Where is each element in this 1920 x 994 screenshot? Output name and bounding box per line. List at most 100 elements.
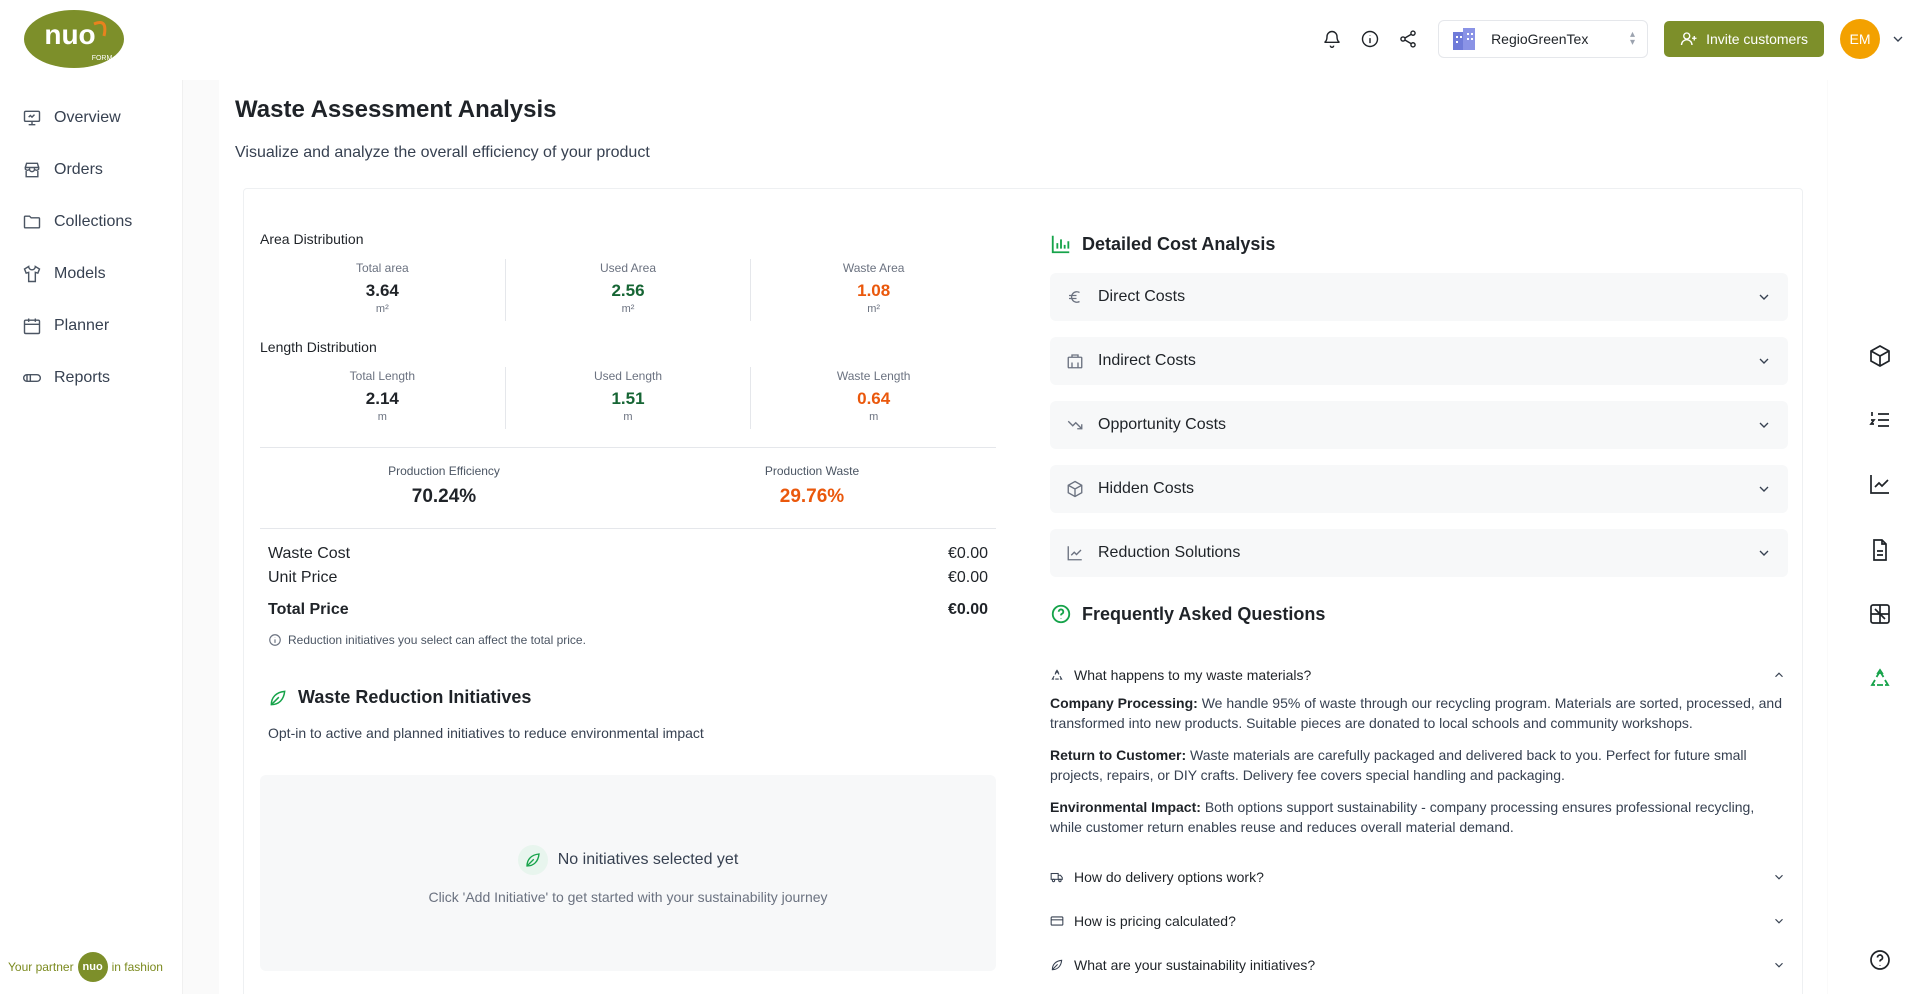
shirt-icon [23,265,41,283]
initiatives-title: Waste Reduction Initiatives [268,687,531,708]
stat-value: 1.51 [611,389,645,408]
stat-unit: m [377,411,387,423]
waste-area-stat: Waste Area 1.08 m² [751,259,996,321]
unit-price-label: Unit Price [268,569,338,586]
sidebar-item-models[interactable]: Models [22,248,132,300]
accordion-reduction-solutions[interactable]: Reduction Solutions [1050,529,1788,577]
package-icon [1067,480,1083,498]
chevron-down-icon [1759,422,1769,428]
accordion-label: Direct Costs [1098,288,1186,305]
sidebar-item-collections[interactable]: Collections [22,196,132,248]
total-area-stat: Total area 3.64 m² [260,259,506,321]
analysis-card: Area Distribution Total area 3.64 m² Use… [243,188,1803,994]
faq-question-pricing[interactable]: How is pricing calculated? [1050,909,1788,933]
user-plus-icon [1680,32,1697,46]
sidebar-item-label: Models [54,265,106,282]
used-length-stat: Used Length 1.51 m [506,367,752,429]
sidebar-item-planner[interactable]: Planner [22,300,132,352]
monitor-icon [23,110,41,126]
accordion-indirect-costs[interactable]: Indirect Costs [1050,337,1788,385]
efficiency-value: 70.24% [411,486,477,507]
initiatives-subtitle: Opt-in to active and planned initiatives… [268,725,704,741]
waste-value: 29.76% [779,486,845,507]
list-ordered-icon[interactable] [1868,408,1892,432]
page-subtitle: Visualize and analyze the overall effici… [235,144,650,161]
notifications-button[interactable] [1318,25,1346,53]
sidebar-item-label: Planner [54,317,110,334]
chevron-down-icon [1759,550,1769,556]
production-waste: Production Waste 29.76% [628,448,996,528]
stat-label: Used Area [599,261,657,275]
line-chart-icon[interactable] [1868,472,1892,496]
recycle-icon[interactable] [1868,666,1892,690]
answer-label: Return to Customer: [1050,747,1187,763]
bar-chart-icon [1051,235,1070,254]
building-icon [1067,354,1083,369]
stat-label: Waste Area [842,261,905,275]
used-area-stat: Used Area 2.56 m² [506,259,752,321]
stat-label: Waste Length [836,369,911,383]
price-note: Reduction initiatives you select can aff… [268,633,586,647]
efficiency-summary: Production Efficiency 70.24% Production … [260,447,996,529]
sidebar-item-label: Orders [54,161,103,178]
total-price-label: Total Price [268,601,349,618]
waste-cost-row: Waste Cost €0.00 [268,545,988,563]
boxes-icon[interactable] [1868,602,1892,626]
info-button[interactable] [1356,25,1384,53]
faq-question-waste-materials[interactable]: What happens to my waste materials? [1050,663,1788,687]
box-icon[interactable] [1868,344,1892,368]
leaf-icon [517,845,548,875]
faq-question-sustainability[interactable]: What are your sustainability initiatives… [1050,953,1788,977]
empty-state-subtitle: Click 'Add Initiative' to get started wi… [428,889,828,905]
sidebar-item-orders[interactable]: Orders [22,144,132,196]
answer-label: Company Processing: [1050,695,1198,711]
main-content: Waste Assessment Analysis Visualize and … [182,80,1828,994]
leaf-icon [270,689,286,705]
invite-customers-button[interactable]: Invite customers [1664,21,1824,57]
area-stats: Total area 3.64 m² Used Area 2.56 m² Was… [260,259,996,321]
production-efficiency: Production Efficiency 70.24% [260,448,628,528]
accordion-label: Opportunity Costs [1098,416,1227,433]
sidebar-item-overview[interactable]: Overview [22,92,132,144]
faq-title: Frequently Asked Questions [1050,603,1325,625]
empty-state-title: No initiatives selected yet [260,845,996,875]
faq-answer-return-to-customer: Return to Customer: Waste materials are … [1050,745,1788,785]
waste-length-stat: Waste Length 0.64 m [751,367,996,429]
faq-answer-company-processing: Company Processing: We handle 95% of was… [1050,693,1788,733]
sidebar-item-reports[interactable]: Reports [22,352,132,404]
length-distribution-label: Length Distribution [260,339,377,355]
accordion-hidden-costs[interactable]: Hidden Costs [1050,465,1788,513]
euro-icon [1069,291,1080,303]
info-icon [269,634,281,646]
length-stats: Total Length 2.14 m Used Length 1.51 m W… [260,367,996,429]
empty-state-title-text: No initiatives selected yet [557,851,739,868]
organization-select[interactable]: RegioGreenTex ▴ ▾ [1438,20,1649,58]
faq-question-text: How do delivery options work? [1074,869,1264,885]
page: Waste Assessment Analysis Visualize and … [219,80,1827,994]
faq-question-text: How is pricing calculated? [1074,913,1236,929]
sidebar-item-label: Overview [54,109,121,126]
info-icon [1361,30,1379,48]
stat-value: 1.08 [857,281,891,300]
chevron-down-icon [1775,874,1783,880]
nuo-logo[interactable]: nuo FORM [24,10,124,68]
answer-label: Environmental Impact: [1050,799,1201,815]
share-button[interactable] [1394,25,1422,53]
total-price-row: Total Price €0.00 [268,601,988,619]
help-circle-icon[interactable] [1868,948,1892,972]
accordion-opportunity-costs[interactable]: Opportunity Costs [1050,401,1788,449]
organization-name: RegioGreenTex [1491,31,1589,47]
svg-text:nuo: nuo [44,19,95,50]
area-distribution-label: Area Distribution [260,231,364,247]
faq-question-delivery[interactable]: How do delivery options work? [1050,865,1788,889]
stat-value: 2.14 [365,389,399,408]
bell-icon [1324,30,1340,48]
accordion-label: Indirect Costs [1098,352,1196,369]
sidebar-item-label: Collections [54,213,133,230]
waste-cost-label: Waste Cost [268,545,351,562]
unit-price-row: Unit Price €0.00 [268,569,988,587]
chevron-down-icon [1759,294,1769,300]
accordion-direct-costs[interactable]: Direct Costs [1050,273,1788,321]
cost-analysis-title: Detailed Cost Analysis [1050,233,1275,255]
document-icon[interactable] [1868,538,1892,562]
